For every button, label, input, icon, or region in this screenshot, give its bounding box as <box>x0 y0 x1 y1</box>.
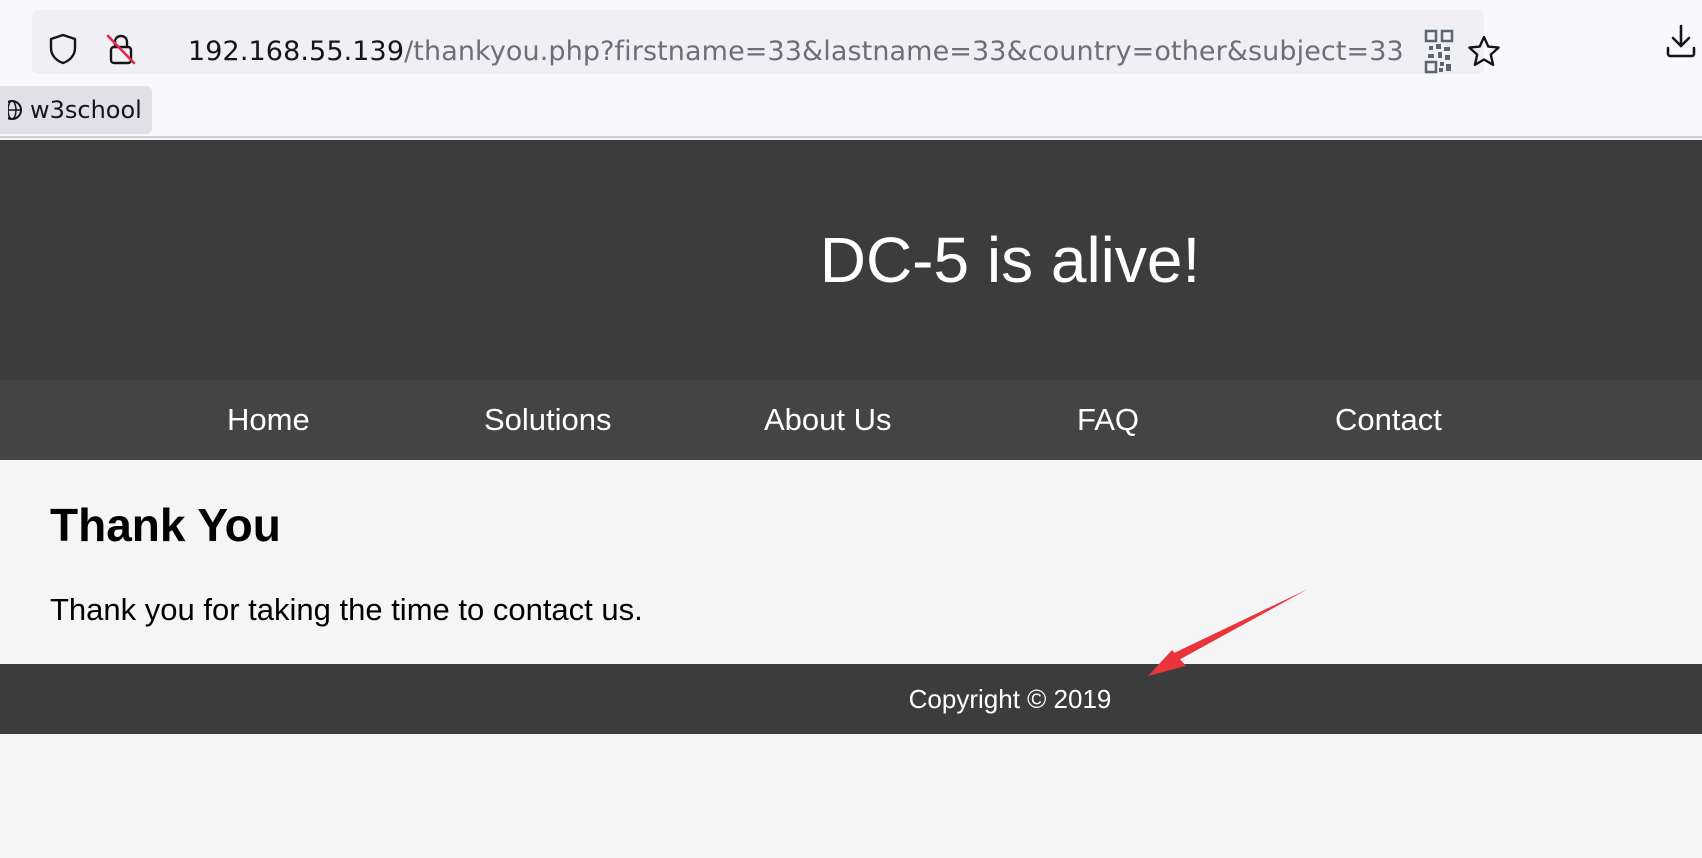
nav-link-about-us[interactable]: About Us <box>764 380 892 460</box>
bookmark-star-icon[interactable] <box>1466 34 1502 70</box>
qr-code-icon[interactable] <box>1424 28 1454 76</box>
nav-link-contact[interactable]: Contact <box>1335 380 1442 460</box>
url-text[interactable]: 192.168.55.139/thankyou.php?firstname=33… <box>188 35 1404 69</box>
copyright-text: Copyright © 2019 <box>908 684 1112 714</box>
page-heading: Thank You <box>50 499 281 551</box>
site-nav: Home Solutions About Us FAQ Contact <box>0 380 1702 460</box>
bookmark-label: w3school <box>30 96 142 124</box>
nav-link-faq[interactable]: FAQ <box>1077 380 1139 460</box>
thank-you-message: Thank you for taking the time to contact… <box>50 592 643 627</box>
bookmark-w3school[interactable]: w3school <box>0 86 152 134</box>
url-path: /thankyou.php?firstname=33&lastname=33&c… <box>404 36 1404 67</box>
site-title: DC-5 is alive! <box>819 224 1201 296</box>
nav-link-home[interactable]: Home <box>227 380 310 460</box>
browser-toolbar: 192.168.55.139/thankyou.php?firstname=33… <box>0 0 1702 84</box>
globe-icon <box>8 100 22 120</box>
url-host: 192.168.55.139 <box>188 36 405 67</box>
shield-icon[interactable] <box>46 32 80 66</box>
bookmarks-bar: w3school <box>0 84 1702 138</box>
nav-link-solutions[interactable]: Solutions <box>484 380 612 460</box>
site-footer: Copyright © 2019 <box>0 664 1702 734</box>
download-icon[interactable] <box>1664 22 1698 60</box>
site-header: DC-5 is alive! <box>0 140 1702 380</box>
insecure-lock-icon[interactable] <box>104 32 138 66</box>
address-bar[interactable]: 192.168.55.139/thankyou.php?firstname=33… <box>32 10 1500 76</box>
web-page: DC-5 is alive! Home Solutions About Us F… <box>0 140 1702 858</box>
